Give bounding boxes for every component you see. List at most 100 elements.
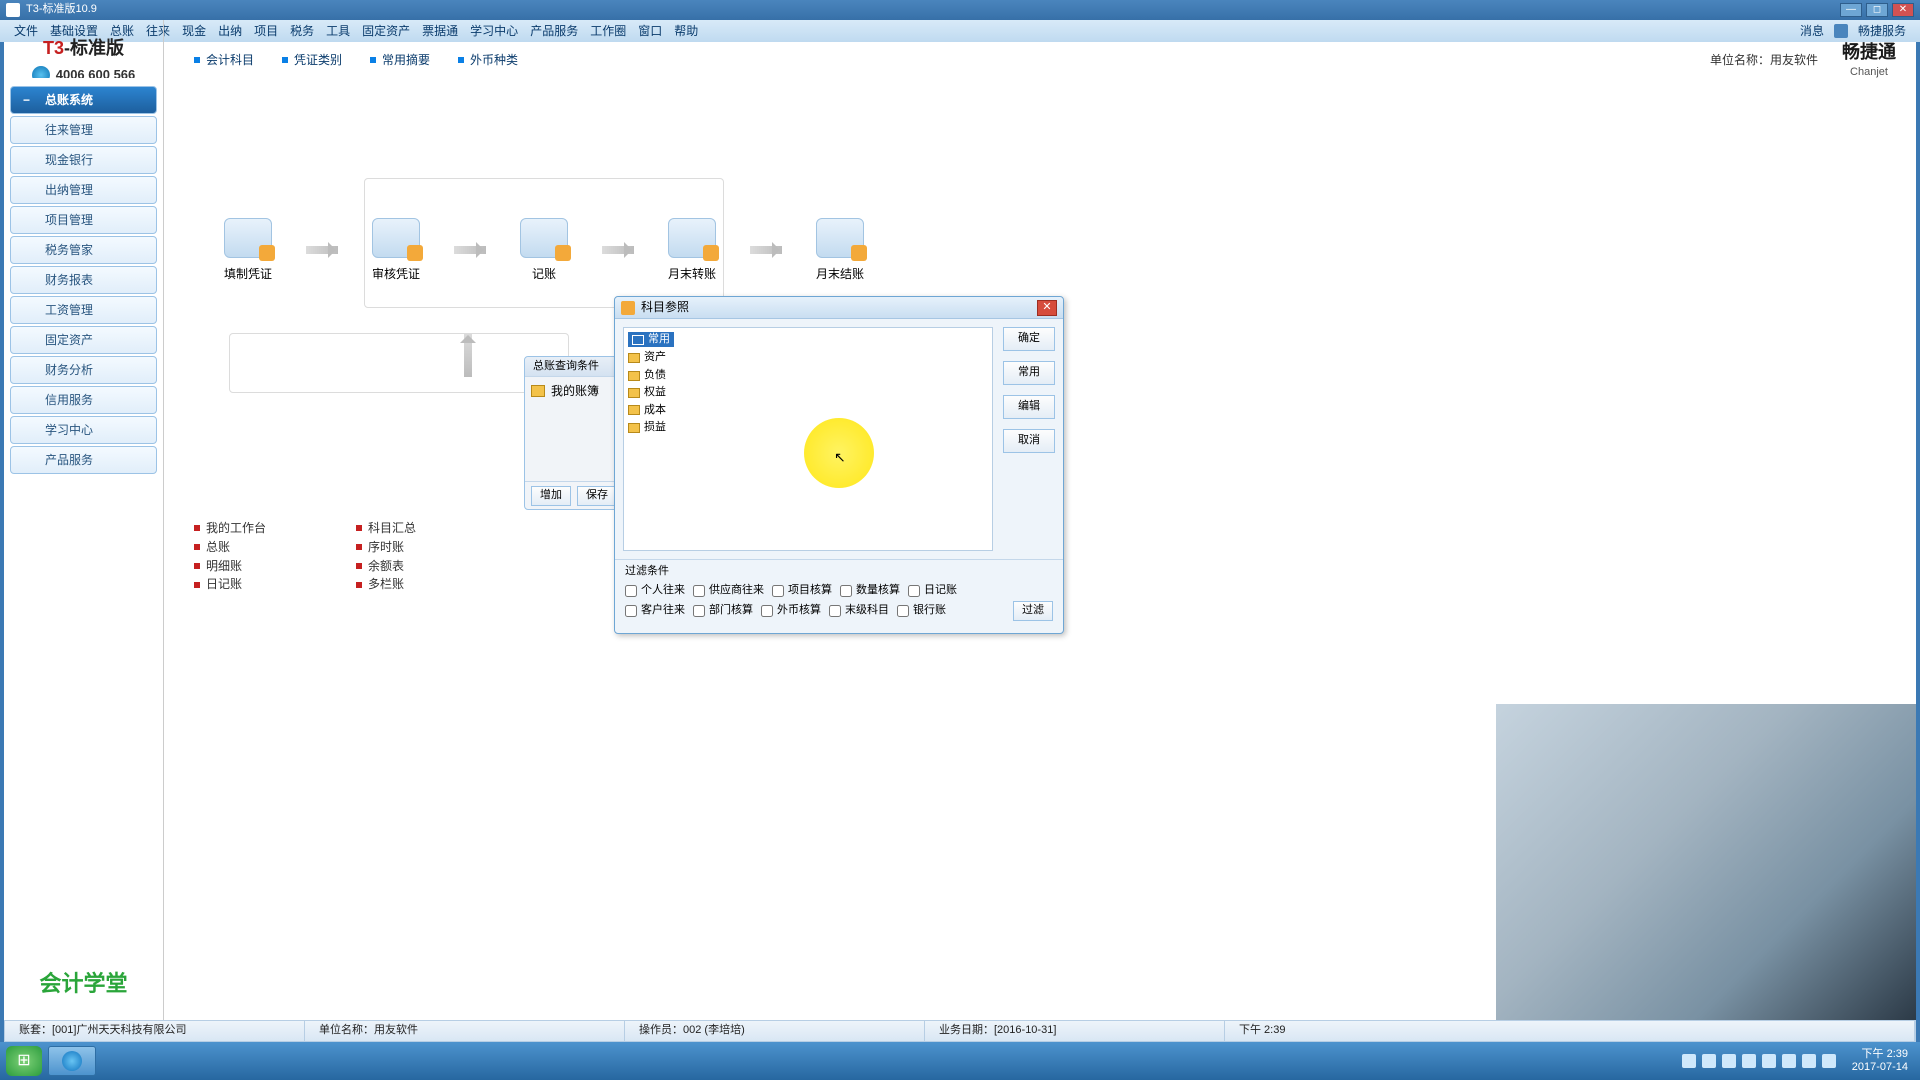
app-icon: [6, 3, 20, 17]
link-multi[interactable]: 多栏账: [356, 576, 416, 593]
menu-cashier[interactable]: 出纳: [212, 21, 248, 42]
brand-logo: 畅捷通 Chanjet: [1842, 40, 1896, 81]
flow-node-audit[interactable]: 审核凭证: [372, 218, 420, 283]
link-balance[interactable]: 余额表: [356, 558, 416, 575]
add-button[interactable]: 增加: [531, 486, 571, 506]
minimize-button[interactable]: —: [1840, 3, 1862, 17]
menu-msg[interactable]: 消息: [1794, 21, 1830, 42]
sidebar-item-project[interactable]: 项目管理: [10, 206, 157, 234]
sidebar-item-cash[interactable]: 现金银行: [10, 146, 157, 174]
chip-currency[interactable]: 外币种类: [458, 52, 518, 69]
chk-bank[interactable]: 银行账: [897, 603, 946, 618]
sidebar: 总账系统 往来管理 现金银行 出纳管理 项目管理 税务管家 财务报表 工资管理 …: [4, 78, 164, 1020]
chk-journal[interactable]: 日记账: [908, 583, 957, 598]
menu-project[interactable]: 项目: [248, 21, 284, 42]
tree-node-equity[interactable]: 权益: [628, 384, 988, 401]
link-journal[interactable]: 日记账: [194, 576, 266, 593]
tray-icon[interactable]: [1682, 1054, 1696, 1068]
tree-node-cost[interactable]: 成本: [628, 402, 988, 419]
menu-svc[interactable]: 畅捷服务: [1852, 21, 1912, 42]
link-workbench[interactable]: 我的工作台: [194, 520, 266, 537]
sidebar-item-cashier[interactable]: 出纳管理: [10, 176, 157, 204]
chk-supplier[interactable]: 供应商往来: [693, 583, 764, 598]
tree-node-common[interactable]: 常用: [628, 332, 674, 347]
tray-icon[interactable]: [1762, 1054, 1776, 1068]
tree-node-pl[interactable]: 损益: [628, 419, 988, 436]
tray-volume-icon[interactable]: [1822, 1054, 1836, 1068]
link-detail[interactable]: 明细账: [194, 558, 266, 575]
chip-abstract[interactable]: 常用摘要: [370, 52, 430, 69]
menu-bill[interactable]: 票据通: [416, 21, 464, 42]
link-gl[interactable]: 总账: [194, 539, 266, 556]
voucher-icon: [224, 218, 272, 258]
sidebar-item-credit[interactable]: 信用服务: [10, 386, 157, 414]
chk-customer[interactable]: 客户往来: [625, 603, 685, 618]
flow-arrow: [602, 246, 634, 254]
sidebar-footer: 会计学堂: [4, 969, 163, 1006]
chk-personal[interactable]: 个人往来: [625, 583, 685, 598]
tray-icon[interactable]: [1702, 1054, 1716, 1068]
chk-quantity[interactable]: 数量核算: [840, 583, 900, 598]
menu-tax[interactable]: 税务: [284, 21, 320, 42]
menu-tools[interactable]: 工具: [320, 21, 356, 42]
flow-node-transfer[interactable]: 月末转账: [668, 218, 716, 283]
edit-button[interactable]: 编辑: [1003, 395, 1055, 419]
folder-icon: [628, 423, 640, 433]
flow-arrow: [454, 246, 486, 254]
menu-product[interactable]: 产品服务: [524, 21, 584, 42]
ok-button[interactable]: 确定: [1003, 327, 1055, 351]
sidebar-item-tax[interactable]: 税务管家: [10, 236, 157, 264]
tray-icon[interactable]: [1722, 1054, 1736, 1068]
tray-network-icon[interactable]: [1802, 1054, 1816, 1068]
chip-accounts[interactable]: 会计科目: [194, 52, 254, 69]
transfer-icon: [668, 218, 716, 258]
folder-icon: [531, 385, 545, 397]
filter-button[interactable]: 过滤: [1013, 601, 1053, 621]
chk-dept[interactable]: 部门核算: [693, 603, 753, 618]
maximize-button[interactable]: ◻: [1866, 3, 1888, 17]
menu-fa[interactable]: 固定资产: [356, 21, 416, 42]
flow-arrow: [750, 246, 782, 254]
folder-icon: [628, 388, 640, 398]
account-tree[interactable]: 常用 资产 负债 权益 成本 损益: [623, 327, 993, 551]
tray-icon[interactable]: [1742, 1054, 1756, 1068]
common-button[interactable]: 常用: [1003, 361, 1055, 385]
start-button[interactable]: ⊞: [6, 1046, 42, 1076]
link-summary[interactable]: 科目汇总: [356, 520, 416, 537]
sidebar-item-payroll[interactable]: 工资管理: [10, 296, 157, 324]
status-bizdate: 业务日期：[2016-10-31]: [925, 1021, 1225, 1041]
chk-project[interactable]: 项目核算: [772, 583, 832, 598]
window-title: T3-标准版10.9: [26, 2, 97, 17]
flow-node-create[interactable]: 填制凭证: [224, 218, 272, 283]
menu-learn[interactable]: 学习中心: [464, 21, 524, 42]
tray-icon[interactable]: [1782, 1054, 1796, 1068]
sidebar-item-report[interactable]: 财务报表: [10, 266, 157, 294]
sidebar-item-product[interactable]: 产品服务: [10, 446, 157, 474]
menu-help[interactable]: 帮助: [668, 21, 704, 42]
flow-arrow-up: [464, 333, 472, 377]
status-operator: 操作员：002 (李培培): [625, 1021, 925, 1041]
menu-cash[interactable]: 现金: [176, 21, 212, 42]
tree-node-asset[interactable]: 资产: [628, 349, 988, 366]
chk-currency[interactable]: 外币核算: [761, 603, 821, 618]
taskbar-clock[interactable]: 下午 2:39 2017-07-14: [1852, 1048, 1908, 1074]
flow-node-post[interactable]: 记账: [520, 218, 568, 283]
flow-node-close[interactable]: 月末结账: [816, 218, 864, 283]
cancel-button[interactable]: 取消: [1003, 429, 1055, 453]
chip-vouchertype[interactable]: 凭证类别: [282, 52, 342, 69]
sidebar-item-fa[interactable]: 固定资产: [10, 326, 157, 354]
sidebar-item-ar[interactable]: 往来管理: [10, 116, 157, 144]
sidebar-item-gl[interactable]: 总账系统: [10, 86, 157, 114]
sidebar-item-fin[interactable]: 财务分析: [10, 356, 157, 384]
dialog-close-button[interactable]: ✕: [1037, 300, 1057, 316]
menu-window[interactable]: 窗口: [632, 21, 668, 42]
taskbar-app-t3[interactable]: [48, 1046, 96, 1076]
sidebar-item-learn[interactable]: 学习中心: [10, 416, 157, 444]
chk-leaf[interactable]: 末级科目: [829, 603, 889, 618]
link-sequence[interactable]: 序时账: [356, 539, 416, 556]
save-button[interactable]: 保存: [577, 486, 617, 506]
menu-workring[interactable]: 工作圈: [584, 21, 632, 42]
close-button[interactable]: ✕: [1892, 3, 1914, 17]
tree-node-liability[interactable]: 负债: [628, 367, 988, 384]
webcam-overlay: [1496, 704, 1916, 1020]
